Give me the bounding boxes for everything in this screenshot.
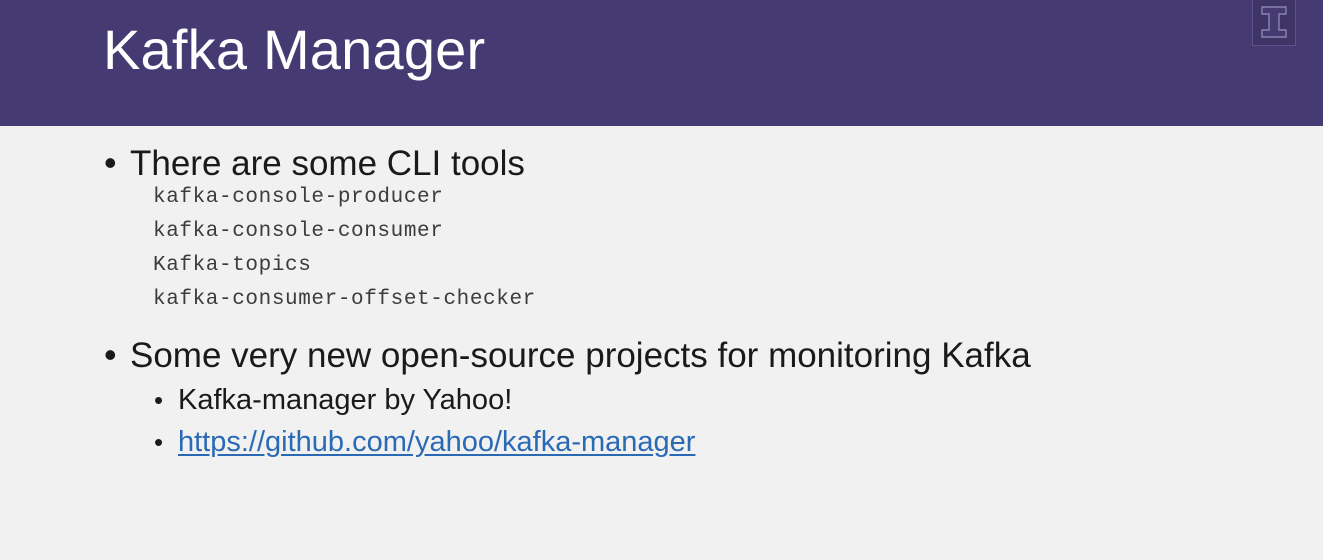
bullet-item: • Some very new open-source projects for… [104,334,1031,376]
slide-header: Kafka Manager [0,0,1323,126]
sub-bullet-item: • https://github.com/yahoo/kafka-manager [154,426,695,459]
block-i-logo-shape [1261,6,1287,38]
bullet-marker: • [104,334,117,375]
cli-tool-line: kafka-console-consumer [153,220,444,243]
sub-bullet-marker: • [154,427,164,457]
slide-title: Kafka Manager [103,18,486,81]
sub-bullet-marker: • [154,385,164,415]
sub-bullet-item: • Kafka-manager by Yahoo! [154,384,512,417]
bullet-item: • There are some CLI tools [104,142,525,184]
slide: Kafka Manager • There are some CLI tools… [0,0,1323,560]
bullet-marker: • [104,142,117,183]
bullet-text: Some very new open-source projects for m… [130,336,1031,375]
block-i-logo-icon [1252,0,1296,46]
cli-tool-line: Kafka-topics [153,254,312,277]
cli-tool-line: kafka-consumer-offset-checker [153,288,536,311]
bullet-text: There are some CLI tools [130,144,525,183]
kafka-manager-github-link[interactable]: https://github.com/yahoo/kafka-manager [178,426,695,459]
cli-tool-line: kafka-console-producer [153,186,444,209]
sub-bullet-text: Kafka-manager by Yahoo! [178,384,513,416]
